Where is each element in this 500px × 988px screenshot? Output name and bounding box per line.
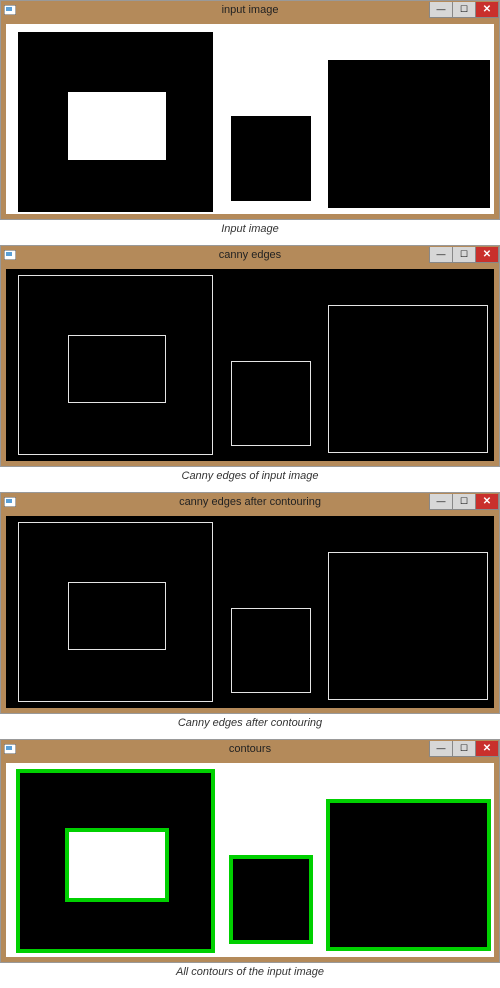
window-controls: —☐✕: [430, 2, 499, 18]
maximize-button[interactable]: ☐: [452, 2, 476, 18]
maximize-button[interactable]: ☐: [452, 247, 476, 263]
figure-caption: All contours of the input image: [0, 966, 500, 978]
titlebar[interactable]: input image—☐✕: [1, 1, 499, 19]
shape-fill-black-2: [231, 116, 311, 201]
close-button[interactable]: ✕: [475, 2, 499, 18]
shape-outline-white-3: [328, 305, 488, 453]
shape-outline-green-5: [65, 828, 169, 902]
window-controls: —☐✕: [430, 247, 499, 263]
window-w4: contours—☐✕: [0, 739, 500, 963]
image-canvas: [6, 516, 494, 708]
window-w3: canny edges after contouring—☐✕: [0, 492, 500, 714]
window-controls: —☐✕: [430, 741, 499, 757]
app-icon: [3, 248, 17, 262]
app-icon: [3, 3, 17, 17]
shape-fill-white-1: [68, 92, 166, 160]
titlebar[interactable]: canny edges after contouring—☐✕: [1, 493, 499, 511]
window-w2: canny edges—☐✕: [0, 245, 500, 467]
shape-outline-green-6: [229, 855, 313, 944]
shape-fill-black-3: [328, 60, 490, 208]
shape-outline-green-7: [326, 799, 491, 951]
window-controls: —☐✕: [430, 494, 499, 510]
window-title: input image: [1, 4, 499, 16]
shape-outline-white-2: [231, 361, 311, 446]
maximize-button[interactable]: ☐: [452, 741, 476, 757]
titlebar[interactable]: canny edges—☐✕: [1, 246, 499, 264]
figure-caption: Canny edges of input image: [0, 470, 500, 482]
window-title: canny edges after contouring: [1, 496, 499, 508]
window-title: canny edges: [1, 249, 499, 261]
app-icon: [3, 495, 17, 509]
close-button[interactable]: ✕: [475, 741, 499, 757]
titlebar[interactable]: contours—☐✕: [1, 740, 499, 758]
window-w1: input image—☐✕: [0, 0, 500, 220]
minimize-button[interactable]: —: [429, 741, 453, 757]
close-button[interactable]: ✕: [475, 494, 499, 510]
shape-outline-white-3: [328, 552, 488, 700]
minimize-button[interactable]: —: [429, 2, 453, 18]
app-icon: [3, 742, 17, 756]
minimize-button[interactable]: —: [429, 247, 453, 263]
window-title: contours: [1, 743, 499, 755]
minimize-button[interactable]: —: [429, 494, 453, 510]
image-canvas: [6, 24, 494, 214]
shape-outline-white-1: [68, 335, 166, 403]
image-canvas: [6, 269, 494, 461]
close-button[interactable]: ✕: [475, 247, 499, 263]
shape-outline-white-2: [231, 608, 311, 693]
figure-caption: Canny edges after contouring: [0, 717, 500, 729]
maximize-button[interactable]: ☐: [452, 494, 476, 510]
image-canvas: [6, 763, 494, 957]
shape-outline-white-1: [68, 582, 166, 650]
figure-caption: Input image: [0, 223, 500, 235]
